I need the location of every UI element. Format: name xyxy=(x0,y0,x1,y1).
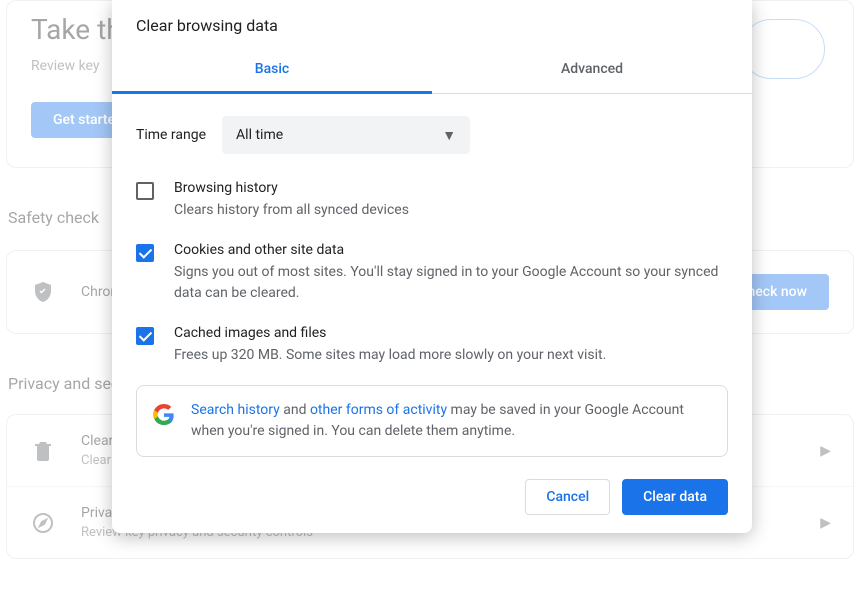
dialog-tabs: Basic Advanced xyxy=(112,47,752,94)
time-range-label: Time range xyxy=(136,127,206,143)
time-range-select[interactable]: All time ▼ xyxy=(222,116,470,154)
option-subtitle: Frees up 320 MB. Some sites may load mor… xyxy=(174,345,728,365)
checkbox-cached-files[interactable] xyxy=(136,327,154,345)
tab-advanced[interactable]: Advanced xyxy=(432,47,752,93)
checkbox-cookies[interactable] xyxy=(136,244,154,262)
info-text: Search history and other forms of activi… xyxy=(191,400,711,442)
option-title: Browsing history xyxy=(174,180,728,196)
option-subtitle: Clears history from all synced devices xyxy=(174,200,728,220)
other-activity-link[interactable]: other forms of activity xyxy=(310,402,447,418)
option-cached-files: Cached images and files Frees up 320 MB. … xyxy=(136,309,728,371)
clear-data-button[interactable]: Clear data xyxy=(622,479,728,515)
google-logo-icon xyxy=(153,404,175,426)
option-subtitle: Signs you out of most sites. You'll stay… xyxy=(174,262,728,303)
google-account-info: Search history and other forms of activi… xyxy=(136,385,728,457)
search-history-link[interactable]: Search history xyxy=(191,402,280,418)
option-title: Cached images and files xyxy=(174,325,728,341)
option-title: Cookies and other site data xyxy=(174,242,728,258)
tab-basic[interactable]: Basic xyxy=(112,47,432,94)
option-cookies: Cookies and other site data Signs you out… xyxy=(136,226,728,309)
caret-down-icon: ▼ xyxy=(442,127,456,144)
option-browsing-history: Browsing history Clears history from all … xyxy=(136,164,728,226)
checkbox-browsing-history[interactable] xyxy=(136,182,154,200)
cancel-button[interactable]: Cancel xyxy=(525,479,610,515)
dialog-title: Clear browsing data xyxy=(112,0,752,47)
clear-browsing-data-dialog: Clear browsing data Basic Advanced Time … xyxy=(112,0,752,533)
time-range-value: All time xyxy=(236,127,283,143)
